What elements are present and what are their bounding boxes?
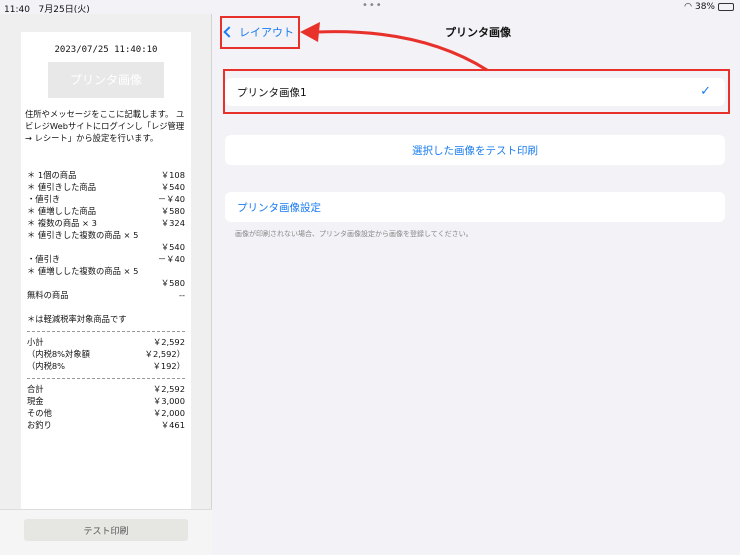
receipt-line: （内税8% ￥192） xyxy=(27,360,185,372)
receipt-line: 現金 ￥3,000 xyxy=(27,395,185,407)
receipt-line: ＊ 値増しした複数の商品 × 5 xyxy=(27,265,185,277)
receipt-line-label: 合計 xyxy=(27,384,44,394)
receipt-items: ＊ 1個の商品 ￥108 ＊ 値引きした商品 ￥540 ・値引き －￥40 ＊ 値増しした商… xyxy=(21,144,191,431)
battery-icon xyxy=(718,3,734,11)
receipt-line: ＊ 値引きした複数の商品 × 5 xyxy=(27,229,185,241)
receipt-line: ＊ 複数の商品 × 3 ￥324 xyxy=(27,217,185,229)
receipt-line: ＊ 値増しした商品 ￥580 xyxy=(27,205,185,217)
receipt-item-list: ＊ 1個の商品 ￥108 ＊ 値引きした商品 ￥540 ・値引き －￥40 ＊ 値増しした商… xyxy=(27,169,185,301)
receipt-line-label: ・値引き xyxy=(27,254,61,264)
highlight-box-back xyxy=(220,16,300,49)
receipt-line-value: ￥108 xyxy=(160,170,185,180)
receipt-line-value: ￥540 xyxy=(160,182,185,192)
receipt-line-label: ＊ 1個の商品 xyxy=(27,170,77,180)
receipt-subtotal-list: 小計 ￥2,592 （内税8%対象額 ￥2,592） （内税8% ￥192） xyxy=(27,336,185,372)
battery-percent: 38% xyxy=(694,2,715,12)
test-print-button[interactable]: テスト印刷 xyxy=(24,519,188,541)
receipt-preview-panel: 2023/07/25 11:40:10 プリンタ画像 住所やメッセージをここに記… xyxy=(0,14,212,555)
receipt-line-value: ￥2,592 xyxy=(152,337,185,347)
status-right: ◠ 38% xyxy=(684,2,734,12)
receipt-line-value: －￥40 xyxy=(157,194,185,204)
receipt-line-value: ￥580 xyxy=(160,206,185,216)
highlight-box-row xyxy=(223,69,730,114)
receipt-line-label: ＊ 値増しした商品 xyxy=(27,206,97,216)
receipt-totals-list: 合計 ￥2,592 現金 ￥3,000 その他 ￥2,000 お釣り ￥461 xyxy=(27,383,185,431)
receipt-line: ＊ 値引きした商品 ￥540 xyxy=(27,181,185,193)
test-print-selected-button[interactable]: 選択した画像をテスト印刷 xyxy=(225,135,725,165)
receipt-line: お釣り ￥461 xyxy=(27,419,185,431)
receipt-line-label: 無料の商品 xyxy=(27,290,69,300)
receipt-line-value: ￥324 xyxy=(160,218,185,228)
receipt-line-label: 小計 xyxy=(27,337,44,347)
receipt-line-label: ＊ 複数の商品 × 3 xyxy=(27,218,97,228)
receipt-line: 合計 ￥2,592 xyxy=(27,383,185,395)
receipt-line: ￥580 xyxy=(27,277,185,289)
receipt-datetime: 2023/07/25 11:40:10 xyxy=(54,45,158,55)
receipt-line: ＊ 1個の商品 ￥108 xyxy=(27,169,185,181)
receipt-line-value: ￥3,000 xyxy=(152,396,185,406)
receipt-line: 無料の商品 -- xyxy=(27,289,185,301)
receipt-line-value: ￥580 xyxy=(160,278,185,288)
receipt-divider xyxy=(27,331,185,332)
receipt-line: その他 ￥2,000 xyxy=(27,407,185,419)
receipt-line-value: ￥2,592 xyxy=(152,384,185,394)
receipt-line-value: ￥461 xyxy=(160,420,185,430)
receipt-message: 住所やメッセージをここに記載します。 ユビレジWebサイトにログインし「レジ管理… xyxy=(25,109,185,143)
receipt-line-label: ・値引き xyxy=(27,194,61,204)
receipt-line-label: （内税8%対象額 xyxy=(27,349,90,359)
page-title: プリンタ画像 xyxy=(445,26,511,39)
receipt-line: 小計 ￥2,592 xyxy=(27,336,185,348)
receipt-line-label: （内税8% xyxy=(27,361,66,371)
receipt-line-label: ＊ 値引きした商品 xyxy=(27,182,97,192)
receipt-bottom-bar: テスト印刷 xyxy=(0,509,212,555)
receipt-line: ・値引き －￥40 xyxy=(27,253,185,265)
receipt-line: ￥540 xyxy=(27,241,185,253)
receipt-line-label: ＊ 値増しした複数の商品 × 5 xyxy=(27,266,139,276)
receipt: 2023/07/25 11:40:10 プリンタ画像 住所やメッセージをここに記… xyxy=(21,32,191,512)
receipt-image-placeholder: プリンタ画像 xyxy=(48,62,164,98)
printer-image-settings-link[interactable]: プリンタ画像設定 xyxy=(225,192,725,222)
wifi-icon: ◠ xyxy=(684,2,692,12)
multitasking-dots-icon[interactable]: ••• xyxy=(362,0,383,11)
footnote-text: 画像が印刷されない場合、プリンタ画像設定から画像を登録してください。 xyxy=(235,230,473,238)
receipt-line-label: ＊ 値引きした複数の商品 × 5 xyxy=(27,230,139,240)
receipt-line-label: その他 xyxy=(27,408,52,418)
receipt-line: （内税8%対象額 ￥2,592） xyxy=(27,348,185,360)
receipt-line-value: ￥540 xyxy=(160,242,185,252)
printer-image-panel: レイアウト プリンタ画像 プリンタ画像1 ✓ 選択した画像をテスト印刷 プリンタ… xyxy=(213,14,740,555)
receipt-tax-note: ＊は軽減税率対象商品です xyxy=(27,314,127,324)
receipt-line-value: ￥2,000 xyxy=(152,408,185,418)
receipt-line: ・値引き －￥40 xyxy=(27,193,185,205)
receipt-line-value: -- xyxy=(179,290,185,300)
receipt-line-value: ￥2,592） xyxy=(144,349,185,359)
status-bar: 11:40 7月25日(火) ••• ◠ 38% xyxy=(0,0,740,15)
receipt-divider xyxy=(27,378,185,379)
receipt-line-label: お釣り xyxy=(27,420,52,430)
receipt-line-label: 現金 xyxy=(27,396,44,406)
receipt-line-value: －￥40 xyxy=(157,254,185,264)
receipt-line-value: ￥192） xyxy=(152,361,185,371)
